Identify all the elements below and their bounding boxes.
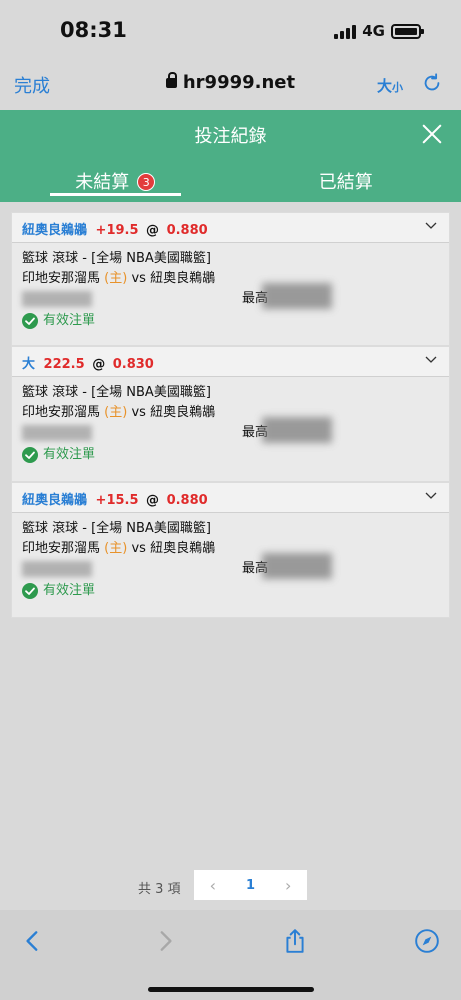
modal-title: 投注紀錄 [194,126,267,147]
network-type: 4G [362,22,385,40]
bet-card: 大 222.5 @ 0.830 籃球 滾球 - [全場 NBA美國職籃] 印地安… [11,346,450,482]
bet-details: 籃球 滾球 - [全場 NBA美國職籃] 印地安那溜馬 (主) vs 紐奧良鵜鶘… [12,243,449,345]
redacted-block [262,283,332,309]
total-count: 共 3 項 [138,882,181,897]
bet-header[interactable]: 大 222.5 @ 0.830 [12,347,449,377]
signal-icon [334,23,357,39]
check-circle-icon [22,313,38,329]
redacted-row: 最高 [22,283,439,311]
check-circle-icon [22,583,38,599]
page-number[interactable]: 1 [232,878,270,893]
league-text: 籃球 滾球 - [全場 NBA美國職籃] [22,521,211,536]
chevron-down-icon[interactable] [425,221,437,231]
bet-selection: 大 [22,357,36,372]
battery-icon [391,23,424,39]
tab-settled[interactable]: 已結算 [231,158,461,202]
modal-header: 投注紀錄 [0,110,461,158]
bet-header[interactable]: 紐奧良鵜鶘 +19.5 @ 0.880 [12,213,449,243]
prev-page-button[interactable]: ‹ [194,876,232,895]
matchup: 印地安那溜馬 (主) vs 紐奧良鵜鶘 [22,271,216,286]
back-icon[interactable] [20,928,46,954]
redacted-block [262,553,332,579]
status-indicators: 4G [334,22,424,40]
home-indicator [148,987,314,992]
pager-controls: ‹ 1 › [194,870,307,900]
redacted-block [262,417,332,443]
share-icon[interactable] [282,928,308,954]
next-page-button[interactable]: › [269,876,307,895]
bet-status: 有效注單 [22,445,439,465]
bet-card: 紐奧良鵜鶘 +19.5 @ 0.880 籃球 滾球 - [全場 NBA美國職籃]… [11,212,450,346]
bet-odds: 0.830 [112,357,154,372]
bet-details: 籃球 滾球 - [全場 NBA美國職籃] 印地安那溜馬 (主) vs 紐奧良鵜鶘… [12,513,449,617]
chevron-down-icon[interactable] [425,491,437,501]
bet-list: 紐奧良鵜鶘 +19.5 @ 0.880 籃球 滾球 - [全場 NBA美國職籃]… [11,212,450,618]
check-circle-icon [22,447,38,463]
browser-toolbar: 完成 hr9999.net 大小 [0,62,461,110]
tab-unsettled[interactable]: 未結算 3 [0,158,231,202]
bet-line: +19.5 [95,223,139,238]
bet-header[interactable]: 紐奧良鵜鶘 +15.5 @ 0.880 [12,483,449,513]
chevron-down-icon[interactable] [425,355,437,365]
league-text: 籃球 滾球 - [全場 NBA美國職籃] [22,251,211,266]
redacted-row: 最高 [22,553,439,581]
bet-line: +15.5 [95,493,139,508]
status-time: 08:31 [60,18,127,42]
bet-line: 222.5 [43,357,85,372]
bet-selection: 紐奧良鵜鶘 [22,493,88,508]
status-bar: 08:31 4G [0,0,461,62]
matchup: 印地安那溜馬 (主) vs 紐奧良鵜鶘 [22,541,216,556]
lock-icon [165,72,177,88]
compass-icon[interactable] [414,928,440,954]
league-text: 籃球 滾球 - [全場 NBA美國職籃] [22,385,211,400]
redacted-block [22,425,92,441]
pagination: 共 3 項 ‹ 1 › [0,870,461,900]
matchup: 印地安那溜馬 (主) vs 紐奧良鵜鶘 [22,405,216,420]
close-icon[interactable] [421,123,443,145]
bet-odds: 0.880 [166,493,208,508]
bet-selection: 紐奧良鵜鶘 [22,223,88,238]
bet-details: 籃球 滾球 - [全場 NBA美國職籃] 印地安那溜馬 (主) vs 紐奧良鵜鶘… [12,377,449,481]
redacted-block [22,291,92,307]
redacted-block [22,561,92,577]
bet-status: 有效注單 [22,581,439,601]
url-text: hr9999.net [182,72,296,93]
bet-status: 有效注單 [22,311,439,331]
reload-icon[interactable] [421,72,443,94]
unsettled-count-badge: 3 [137,173,156,191]
text-size-button[interactable]: 大小 [377,75,403,96]
tab-bar: 未結算 3 已結算 [0,158,461,202]
redacted-row: 最高 [22,417,439,445]
forward-icon[interactable] [152,928,178,954]
browser-bottom-bar [0,910,461,1000]
bet-odds: 0.880 [166,223,208,238]
bet-card: 紐奧良鵜鶘 +15.5 @ 0.880 籃球 滾球 - [全場 NBA美國職籃]… [11,482,450,618]
